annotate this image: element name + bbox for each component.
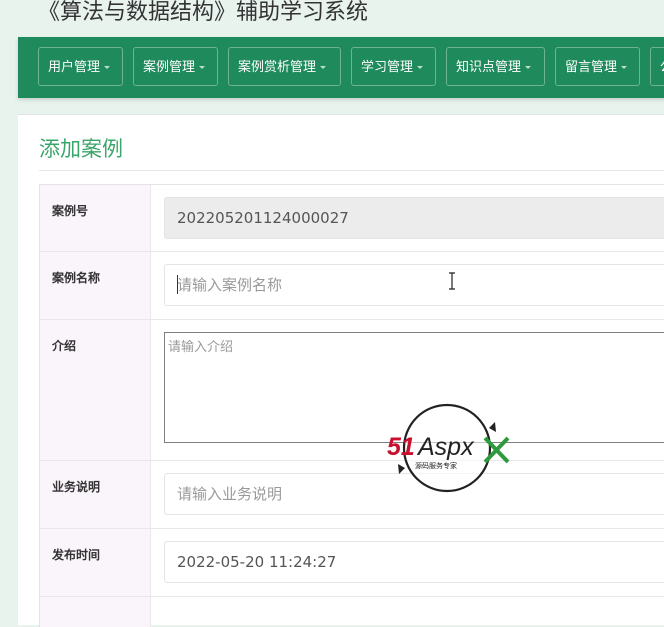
business-label: 业务说明 xyxy=(40,461,151,528)
nav-knowledge-management[interactable]: 知识点管理 xyxy=(446,47,545,86)
title-divider xyxy=(39,170,664,171)
nav-more[interactable]: 公 xyxy=(650,47,664,86)
nav-label: 公 xyxy=(660,60,664,75)
next-row xyxy=(40,597,664,627)
nav-message-management[interactable]: 留言管理 xyxy=(555,47,640,86)
watermark-brand-aspx: Aspx xyxy=(416,433,475,461)
add-case-panel: 添加案例 案例号 案例名称 介绍 业务说明 发布时间 xyxy=(18,114,664,627)
app-title: 《算法与数据结构》辅助学习系统 xyxy=(38,0,369,25)
nav-label: 知识点管理 xyxy=(456,60,522,75)
case-no-label: 案例号 xyxy=(40,185,151,251)
case-name-wrapper xyxy=(164,264,664,306)
nav-label: 案例管理 xyxy=(143,60,196,75)
case-name-row: 案例名称 xyxy=(40,252,664,320)
caret-down-icon xyxy=(104,66,111,69)
next-row-label xyxy=(40,597,151,627)
caret-down-icon xyxy=(199,66,206,69)
page-title: 添加案例 xyxy=(39,137,123,161)
publish-time-input[interactable] xyxy=(164,541,664,583)
case-name-input[interactable] xyxy=(164,264,664,306)
watermark-logo: 51 Aspx 源码服务专家 xyxy=(387,403,510,493)
caret-down-icon xyxy=(320,66,327,69)
nav-study-management[interactable]: 学习管理 xyxy=(351,47,436,86)
add-case-form: 案例号 案例名称 介绍 业务说明 发布时间 xyxy=(39,184,664,627)
nav-label: 留言管理 xyxy=(565,60,618,75)
nav-label: 用户管理 xyxy=(48,60,101,75)
text-cursor-icon xyxy=(449,272,455,290)
intro-label: 介绍 xyxy=(40,320,151,460)
case-name-label: 案例名称 xyxy=(40,252,151,319)
text-caret xyxy=(177,275,178,294)
case-no-field[interactable] xyxy=(164,197,664,239)
top-navbar: 用户管理 案例管理 案例赏析管理 学习管理 知识点管理 留言管理 公 xyxy=(18,37,664,98)
nav-case-management[interactable]: 案例管理 xyxy=(133,47,218,86)
caret-down-icon xyxy=(621,66,628,69)
case-no-row: 案例号 xyxy=(40,185,664,252)
intro-row: 介绍 xyxy=(40,320,664,461)
caret-down-icon xyxy=(417,66,424,69)
nav-user-management[interactable]: 用户管理 xyxy=(38,47,123,86)
watermark-tagline: 源码服务专家 xyxy=(415,461,457,470)
nav-label: 案例赏析管理 xyxy=(238,60,317,75)
publish-time-label: 发布时间 xyxy=(40,529,151,596)
nav-case-review-management[interactable]: 案例赏析管理 xyxy=(228,47,341,86)
nav-label: 学习管理 xyxy=(361,60,414,75)
caret-down-icon xyxy=(525,66,532,69)
watermark-brand-51: 51 xyxy=(387,433,415,461)
business-row: 业务说明 xyxy=(40,461,664,529)
publish-time-row: 发布时间 xyxy=(40,529,664,597)
